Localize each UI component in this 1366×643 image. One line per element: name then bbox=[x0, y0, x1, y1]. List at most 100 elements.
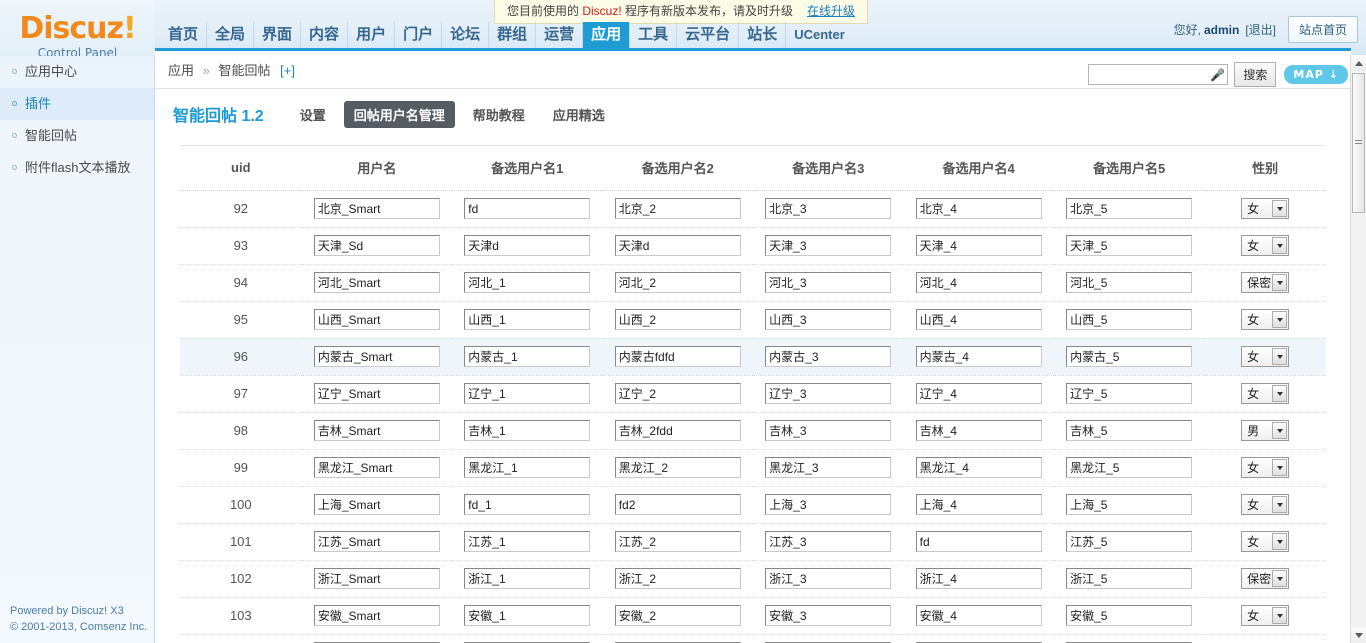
alt-username-4-input[interactable] bbox=[915, 346, 1042, 367]
alt-username-1-input[interactable] bbox=[464, 383, 591, 404]
nav-item-0[interactable]: 首页 bbox=[160, 22, 208, 48]
gender-select[interactable]: 女 bbox=[1241, 457, 1290, 478]
alt-username-1-input[interactable] bbox=[464, 494, 591, 515]
vertical-scrollbar[interactable] bbox=[1350, 55, 1366, 643]
nav-item-3[interactable]: 内容 bbox=[301, 22, 349, 48]
alt-username-1-input[interactable] bbox=[464, 346, 591, 367]
nav-item-2[interactable]: 界面 bbox=[254, 22, 302, 48]
nav-item-13[interactable]: UCenter bbox=[786, 22, 853, 48]
alt-username-2-input[interactable] bbox=[614, 272, 741, 293]
sidebar-item-3[interactable]: 附件flash文本播放 bbox=[0, 152, 154, 184]
gender-select[interactable]: 女 bbox=[1241, 531, 1290, 552]
username-input[interactable] bbox=[313, 420, 440, 441]
alt-username-5-input[interactable] bbox=[1066, 605, 1193, 626]
gender-select[interactable]: 女 bbox=[1241, 605, 1290, 626]
breadcrumb-expand-toggle[interactable]: [+] bbox=[280, 63, 295, 78]
tab-0[interactable]: 设置 bbox=[290, 101, 336, 128]
chevron-down-icon[interactable] bbox=[1272, 422, 1288, 439]
alt-username-3-input[interactable] bbox=[765, 457, 892, 478]
chevron-down-icon[interactable] bbox=[1272, 274, 1288, 291]
gender-select[interactable]: 女 bbox=[1241, 383, 1290, 404]
alt-username-4-input[interactable] bbox=[915, 272, 1042, 293]
alt-username-1-input[interactable] bbox=[464, 235, 591, 256]
alt-username-5-input[interactable] bbox=[1066, 198, 1193, 219]
alt-username-4-input[interactable] bbox=[915, 531, 1042, 552]
alt-username-3-input[interactable] bbox=[765, 346, 892, 367]
alt-username-2-input[interactable] bbox=[614, 568, 741, 589]
alt-username-5-input[interactable] bbox=[1066, 568, 1193, 589]
alt-username-5-input[interactable] bbox=[1066, 531, 1193, 552]
gender-select[interactable]: 保密 bbox=[1241, 568, 1290, 589]
sidebar-item-0[interactable]: 应用中心 bbox=[0, 56, 154, 88]
nav-item-8[interactable]: 运营 bbox=[536, 22, 584, 48]
online-upgrade-link[interactable]: 在线升级 bbox=[807, 4, 855, 18]
username-input[interactable] bbox=[313, 383, 440, 404]
alt-username-3-input[interactable] bbox=[765, 198, 892, 219]
alt-username-1-input[interactable] bbox=[464, 198, 591, 219]
gender-select[interactable]: 女 bbox=[1241, 346, 1290, 367]
chevron-down-icon[interactable] bbox=[1272, 348, 1288, 365]
alt-username-3-input[interactable] bbox=[765, 605, 892, 626]
alt-username-2-input[interactable] bbox=[614, 346, 741, 367]
tab-1[interactable]: 回帖用户名管理 bbox=[343, 100, 455, 128]
sidebar-item-2[interactable]: 智能回帖 bbox=[0, 120, 154, 152]
tab-3[interactable]: 应用精选 bbox=[543, 101, 615, 128]
alt-username-5-input[interactable] bbox=[1066, 383, 1193, 404]
alt-username-4-input[interactable] bbox=[915, 235, 1042, 256]
alt-username-5-input[interactable] bbox=[1066, 457, 1193, 478]
nav-item-4[interactable]: 用户 bbox=[348, 22, 396, 48]
alt-username-2-input[interactable] bbox=[614, 198, 741, 219]
sidebar-item-1[interactable]: 插件 bbox=[0, 88, 154, 120]
alt-username-2-input[interactable] bbox=[614, 457, 741, 478]
username-input[interactable] bbox=[313, 272, 440, 293]
alt-username-5-input[interactable] bbox=[1066, 494, 1193, 515]
gender-select[interactable]: 女 bbox=[1241, 235, 1290, 256]
alt-username-4-input[interactable] bbox=[915, 198, 1042, 219]
nav-item-12[interactable]: 站长 bbox=[739, 22, 787, 48]
chevron-down-icon[interactable] bbox=[1272, 533, 1288, 550]
username-input[interactable] bbox=[313, 494, 440, 515]
chevron-down-icon[interactable] bbox=[1272, 311, 1288, 328]
search-button[interactable]: 搜索 bbox=[1234, 62, 1277, 87]
tab-2[interactable]: 帮助教程 bbox=[463, 101, 535, 128]
alt-username-4-input[interactable] bbox=[915, 383, 1042, 404]
alt-username-2-input[interactable] bbox=[614, 383, 741, 404]
nav-item-9[interactable]: 应用 bbox=[583, 22, 631, 48]
chevron-down-icon[interactable] bbox=[1272, 237, 1288, 254]
alt-username-2-input[interactable] bbox=[614, 309, 741, 330]
breadcrumb-root[interactable]: 应用 bbox=[168, 63, 194, 78]
alt-username-4-input[interactable] bbox=[915, 457, 1042, 478]
chevron-down-icon[interactable] bbox=[1272, 607, 1288, 624]
nav-item-10[interactable]: 工具 bbox=[630, 22, 678, 48]
nav-item-7[interactable]: 群组 bbox=[489, 22, 537, 48]
alt-username-2-input[interactable] bbox=[614, 235, 741, 256]
chevron-down-icon[interactable] bbox=[1272, 496, 1288, 513]
alt-username-1-input[interactable] bbox=[464, 309, 591, 330]
chevron-down-icon[interactable] bbox=[1272, 459, 1288, 476]
nav-item-5[interactable]: 门户 bbox=[395, 22, 443, 48]
alt-username-5-input[interactable] bbox=[1066, 346, 1193, 367]
gender-select[interactable]: 女 bbox=[1241, 198, 1290, 219]
alt-username-3-input[interactable] bbox=[765, 272, 892, 293]
chevron-down-icon[interactable] bbox=[1272, 385, 1288, 402]
gender-select[interactable]: 男 bbox=[1241, 420, 1290, 441]
search-input[interactable] bbox=[1092, 66, 1211, 83]
alt-username-1-input[interactable] bbox=[464, 457, 591, 478]
gender-select[interactable]: 女 bbox=[1241, 309, 1290, 330]
username-input[interactable] bbox=[313, 346, 440, 367]
alt-username-2-input[interactable] bbox=[614, 531, 741, 552]
alt-username-5-input[interactable] bbox=[1066, 420, 1193, 441]
username-input[interactable] bbox=[313, 457, 440, 478]
alt-username-1-input[interactable] bbox=[464, 420, 591, 441]
chevron-down-icon[interactable] bbox=[1272, 200, 1288, 217]
alt-username-2-input[interactable] bbox=[614, 494, 741, 515]
alt-username-4-input[interactable] bbox=[915, 605, 1042, 626]
alt-username-3-input[interactable] bbox=[765, 494, 892, 515]
nav-item-11[interactable]: 云平台 bbox=[677, 22, 740, 48]
gender-select[interactable]: 女 bbox=[1241, 494, 1290, 515]
alt-username-3-input[interactable] bbox=[765, 531, 892, 552]
microphone-icon[interactable]: 🎤 bbox=[1210, 69, 1225, 81]
alt-username-4-input[interactable] bbox=[915, 420, 1042, 441]
alt-username-1-input[interactable] bbox=[464, 272, 591, 293]
username-input[interactable] bbox=[313, 605, 440, 626]
